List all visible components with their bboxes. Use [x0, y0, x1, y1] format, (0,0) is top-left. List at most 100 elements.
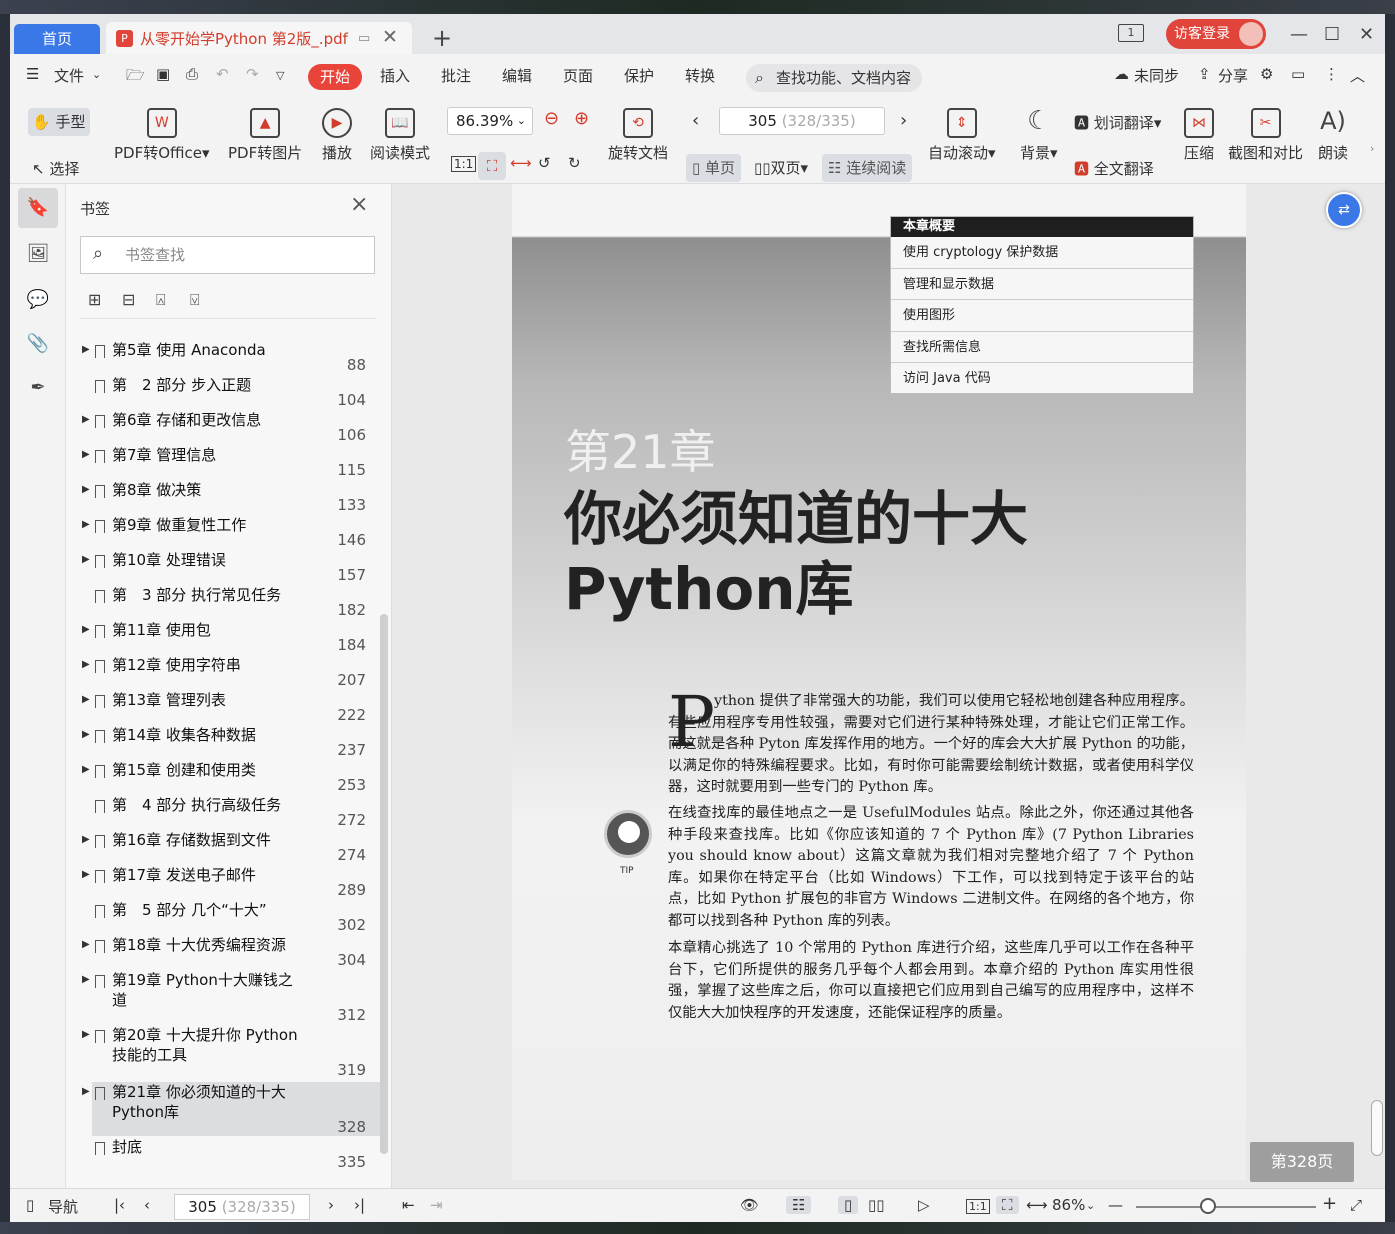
menu-insert[interactable]: 插入: [380, 65, 410, 86]
bookmark-item[interactable]: ▶ 第14章 收集各种数据 237: [82, 725, 382, 759]
expand-arrow-icon[interactable]: ▶: [82, 1086, 90, 1097]
expand-arrow-icon[interactable]: ▶: [82, 519, 90, 530]
bookmark-item[interactable]: ▶ 第8章 做决策 133: [82, 480, 382, 514]
bookmark-search-input[interactable]: [125, 245, 355, 265]
minimize-icon[interactable]: —: [1290, 24, 1308, 45]
redo-icon[interactable]: ↷: [246, 65, 259, 83]
fit-page-icon[interactable]: ⛶: [478, 152, 506, 180]
expand-arrow-icon[interactable]: ▶: [82, 624, 90, 635]
print-icon[interactable]: ⎙: [186, 65, 198, 83]
expand-arrow-icon[interactable]: ▶: [82, 554, 90, 565]
eye-protection-icon[interactable]: 👁: [740, 1196, 759, 1214]
double-page-button[interactable]: ▯▯双页▾: [748, 154, 814, 182]
forward-icon[interactable]: ⇥: [430, 1196, 443, 1214]
double-view-icon[interactable]: ▯▯: [868, 1196, 885, 1214]
zoom-in-icon[interactable]: +: [1322, 1193, 1337, 1214]
bookmark-item[interactable]: ▶ 第9章 做重复性工作 146: [82, 515, 382, 549]
continuous-view-icon[interactable]: ☷: [786, 1196, 812, 1214]
fullscreen-icon[interactable]: ⤢: [1350, 1196, 1362, 1214]
monitor-icon[interactable]: ▭: [358, 31, 370, 46]
zoom-slider[interactable]: [1136, 1206, 1316, 1208]
remove-bookmark-icon[interactable]: ⊟: [122, 290, 135, 309]
zoom-select[interactable]: 86.39% ⌄: [447, 107, 533, 135]
share-button[interactable]: 分享: [1218, 65, 1248, 86]
expand-arrow-icon[interactable]: ▶: [82, 974, 90, 985]
expand-arrow-icon[interactable]: ▶: [82, 869, 90, 880]
read-mode-button[interactable]: 📖 阅读模式: [370, 108, 430, 163]
menu-page[interactable]: 页面: [563, 65, 593, 86]
expand-arrow-icon[interactable]: ▶: [82, 344, 90, 355]
save-icon[interactable]: ▣: [156, 65, 170, 83]
bookmark-item[interactable]: ▶ 第12章 使用字符串 207: [82, 655, 382, 689]
bookmark-item[interactable]: 第 3 部分 执行常见任务 182: [92, 585, 382, 619]
comment-icon[interactable]: ▭: [1291, 65, 1305, 83]
floating-translate-icon[interactable]: ⇄: [1326, 192, 1362, 228]
play-button[interactable]: ▶ 播放: [322, 108, 352, 163]
bookmark-item[interactable]: ▶ 第20章 十大提升你 Python 技能的工具 319: [82, 1025, 382, 1079]
fit-width-icon[interactable]: ⟷: [1026, 1196, 1048, 1214]
ribbon-scroll-right-icon[interactable]: ›: [1370, 142, 1374, 155]
sync-status[interactable]: 未同步: [1134, 65, 1179, 86]
collapse-ribbon-icon[interactable]: ︿: [1350, 65, 1365, 86]
zoom-out-icon[interactable]: ⊖: [544, 108, 559, 129]
document-viewport[interactable]: 本章概要 使用 cryptology 保护数据 管理和显示数据 使用图形 查找所…: [392, 184, 1385, 1188]
more-icon[interactable]: ⋮: [1324, 65, 1339, 83]
rotate-left-icon[interactable]: ↺: [538, 154, 551, 172]
menu-file[interactable]: 文件: [54, 65, 84, 86]
bookmark-flag-icon[interactable]: ⍌: [190, 290, 200, 310]
single-page-button[interactable]: ▯ 单页: [686, 154, 742, 182]
zoom-in-icon[interactable]: ⊕: [574, 108, 589, 129]
expand-arrow-icon[interactable]: ▶: [82, 834, 90, 845]
expand-arrow-icon[interactable]: ▶: [82, 939, 90, 950]
word-translate-button[interactable]: 🅰 划词翻译▾: [1074, 112, 1161, 133]
chevron-down-icon[interactable]: ⌄: [92, 68, 101, 81]
zoom-slider-handle[interactable]: [1200, 1198, 1216, 1214]
hamburger-icon[interactable]: ☰: [26, 65, 39, 83]
bookmark-search[interactable]: ⌕: [80, 236, 375, 274]
close-tab-icon[interactable]: ✕: [382, 26, 398, 48]
new-bookmark-icon[interactable]: ⍓: [156, 290, 166, 310]
navigation-button[interactable]: 导航: [48, 1196, 78, 1217]
expand-arrow-icon[interactable]: ▶: [82, 729, 90, 740]
expand-arrow-icon[interactable]: ▶: [82, 484, 90, 495]
status-page-input[interactable]: 305 (328/335): [174, 1194, 310, 1220]
expand-arrow-icon[interactable]: ▶: [82, 1029, 90, 1040]
page-indicator-icon[interactable]: 1: [1118, 24, 1144, 42]
expand-arrow-icon[interactable]: ▶: [82, 694, 90, 705]
comment-panel-icon[interactable]: 💬: [18, 280, 58, 320]
attachment-icon[interactable]: 📎: [18, 324, 58, 364]
tab-home[interactable]: 首页: [14, 24, 100, 54]
bookmark-item[interactable]: ▶ 第19章 Python十大赚钱之道 312: [82, 970, 382, 1024]
fit-page-icon[interactable]: ⛶: [996, 1196, 1019, 1214]
signature-icon[interactable]: ✒: [18, 368, 58, 408]
menu-annotate[interactable]: 批注: [441, 65, 471, 86]
bookmark-item[interactable]: ▶ 第7章 管理信息 115: [82, 445, 382, 479]
compress-button[interactable]: ⋈ 压缩: [1184, 108, 1214, 163]
settings-icon[interactable]: ⚙: [1260, 65, 1273, 83]
add-bookmark-icon[interactable]: ⊞: [88, 290, 101, 309]
bookmark-item[interactable]: ▶ 第10章 处理错误 157: [82, 550, 382, 584]
next-page-icon[interactable]: ›: [900, 110, 907, 131]
page-number-input[interactable]: 305 (328/335): [719, 107, 885, 135]
share-icon[interactable]: ⇪: [1198, 65, 1211, 83]
rotate-document-button[interactable]: ⟲ 旋转文档: [608, 108, 668, 163]
bookmark-item[interactable]: ▶ 第18章 十大优秀编程资源 304: [82, 935, 382, 969]
bookmark-item[interactable]: ▶ 第15章 创建和使用类 253: [82, 760, 382, 794]
close-panel-icon[interactable]: ×: [350, 192, 368, 217]
rotate-right-icon[interactable]: ↻: [568, 154, 581, 172]
read-aloud-button[interactable]: A) 朗读: [1318, 108, 1348, 163]
bookmark-item[interactable]: ▶ 第6章 存储和更改信息 106: [82, 410, 382, 444]
bookmark-item[interactable]: ▶ 第11章 使用包 184: [82, 620, 382, 654]
full-translate-button[interactable]: 🅰 全文翻译: [1074, 158, 1154, 179]
tab-document[interactable]: P 从零开始学Python 第2版_.pdf ▭ ✕: [106, 22, 412, 54]
document-scrollbar[interactable]: [1371, 1100, 1383, 1156]
close-window-icon[interactable]: ✕: [1359, 24, 1374, 45]
more-chevron-icon[interactable]: ▽: [276, 69, 284, 82]
maximize-icon[interactable]: ☐: [1324, 24, 1340, 45]
back-icon[interactable]: ⇤: [402, 1196, 415, 1214]
hand-tool-button[interactable]: ✋ 手型: [28, 108, 90, 136]
guest-login-button[interactable]: 访客登录: [1166, 19, 1266, 49]
menu-start[interactable]: 开始: [308, 64, 362, 90]
bookmark-item[interactable]: 第 2 部分 步入正题 104: [92, 375, 382, 409]
expand-arrow-icon[interactable]: ▶: [82, 414, 90, 425]
